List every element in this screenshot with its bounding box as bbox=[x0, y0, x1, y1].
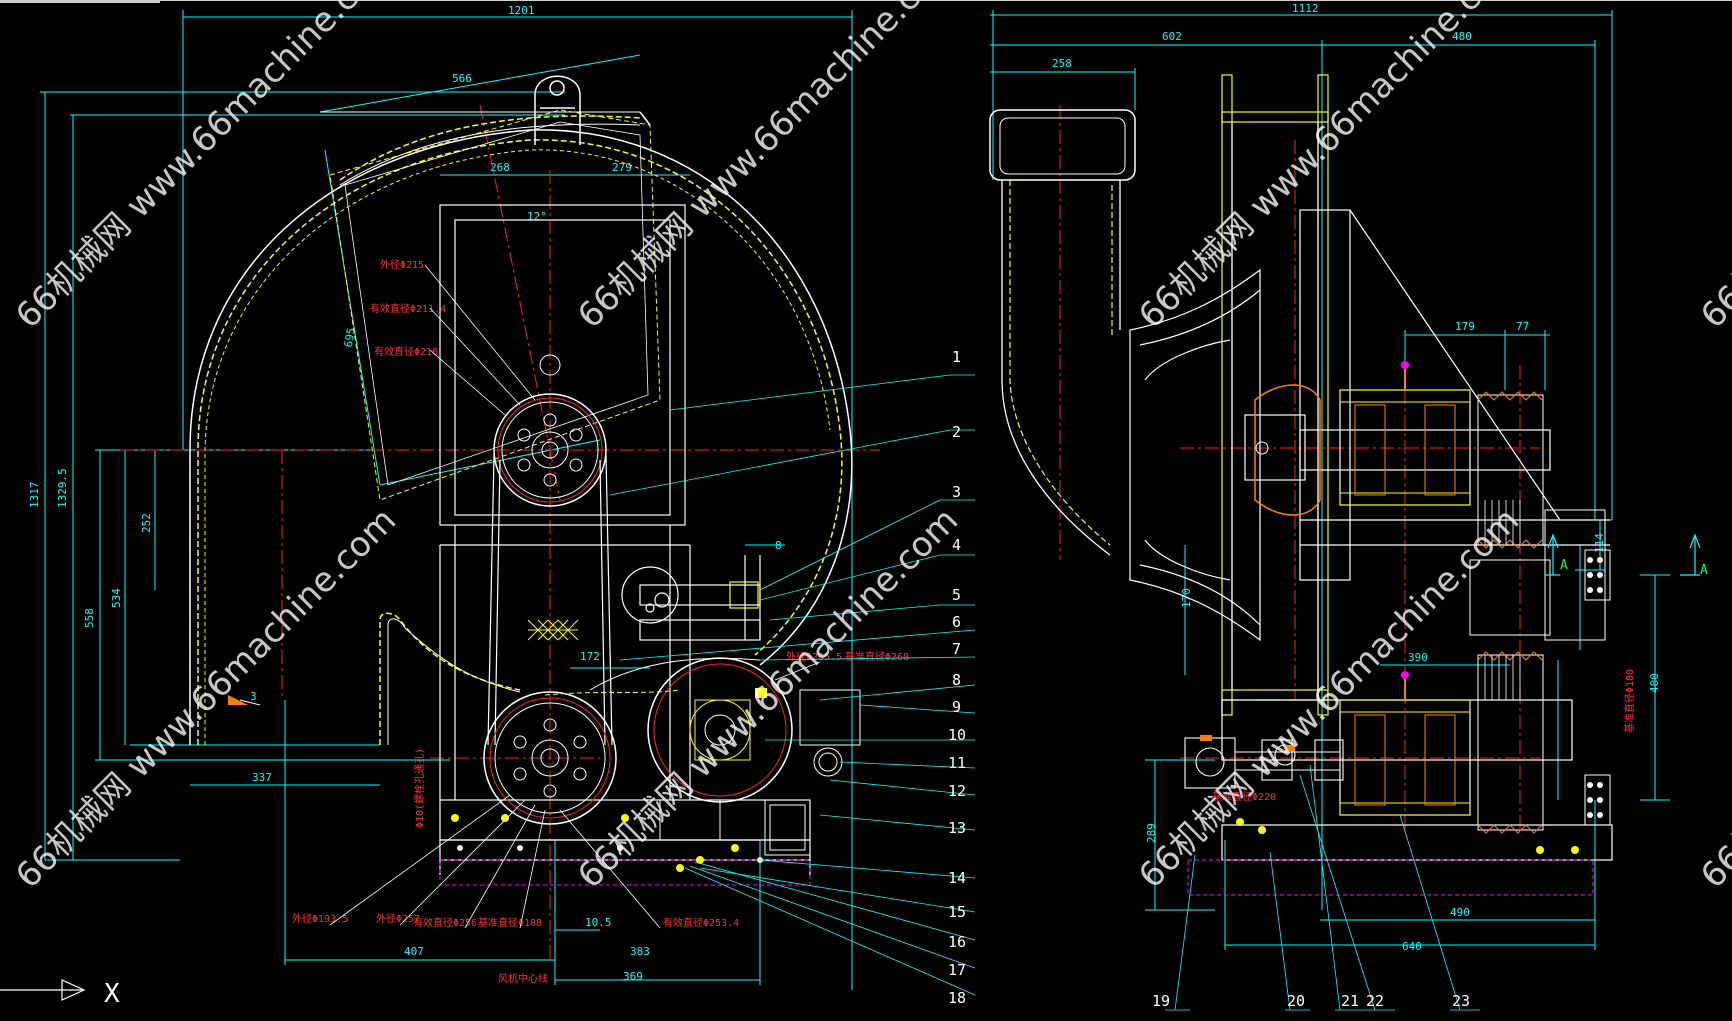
ucs-icon bbox=[0, 979, 86, 1001]
dim-1329: 1329.5 bbox=[56, 468, 69, 508]
right-view: 1112 602 480 258 179 77 114 170 400 390 … bbox=[989, 2, 1708, 1011]
callout-23: 23 bbox=[1452, 992, 1470, 1010]
dim-490: 490 bbox=[1450, 906, 1470, 919]
dim-1317: 1317 bbox=[28, 482, 41, 509]
dim-1201: 1201 bbox=[508, 4, 535, 17]
dim-258: 258 bbox=[1052, 57, 1072, 70]
dim-179: 179 bbox=[1455, 320, 1475, 333]
callout-1: 1 bbox=[952, 348, 961, 366]
callout-17: 17 bbox=[948, 961, 966, 979]
callout-13: 13 bbox=[948, 819, 966, 837]
label-pd-216: 有效直径Φ216 bbox=[374, 345, 438, 358]
label-pd-253: 有效直径Φ253.4 bbox=[663, 916, 739, 929]
callout-9: 9 bbox=[952, 698, 961, 716]
dim-566: 566 bbox=[452, 72, 472, 85]
dim-534: 534 bbox=[110, 588, 123, 608]
dim-337: 337 bbox=[252, 771, 272, 784]
dim-640: 640 bbox=[1402, 940, 1422, 953]
callout-22: 22 bbox=[1366, 992, 1384, 1010]
dim-390: 390 bbox=[1408, 651, 1428, 664]
callout-5: 5 bbox=[952, 586, 961, 604]
label-od-215: 外径Φ215 bbox=[380, 258, 424, 271]
dim-252: 252 bbox=[140, 513, 153, 533]
callout-16: 16 bbox=[948, 933, 966, 951]
label-bd-180: 基准直径Φ180 bbox=[1623, 669, 1636, 733]
callout-18: 18 bbox=[948, 989, 966, 1007]
label-fan-centerline: 风机中心线 bbox=[498, 972, 548, 985]
dim-1112: 1112 bbox=[1292, 2, 1319, 15]
section-mark-right: A bbox=[1700, 563, 1708, 578]
dim-angle: 12° bbox=[527, 210, 547, 223]
label-pd-256: 有效直径Φ256 bbox=[413, 916, 477, 929]
label-bd-188: 基准直径Φ188 bbox=[478, 916, 542, 929]
callout-8: 8 bbox=[952, 671, 961, 689]
callout-6: 6 bbox=[952, 613, 961, 631]
callout-19: 19 bbox=[1152, 992, 1170, 1010]
dim-369: 369 bbox=[623, 970, 643, 983]
dim-10-5: 10.5 bbox=[585, 916, 612, 929]
dim-77: 77 bbox=[1516, 320, 1529, 333]
label-od-193: 外径Φ193.5 bbox=[292, 912, 348, 925]
ucs-x-label: X bbox=[104, 979, 120, 1009]
dim-279: 279 bbox=[612, 161, 632, 174]
callout-21: 21 bbox=[1341, 992, 1359, 1010]
watermark-6: 66机械网 www.66machine.com bbox=[570, 500, 966, 896]
dim-407: 407 bbox=[404, 945, 424, 958]
dim-172: 172 bbox=[580, 650, 600, 663]
dim-289: 289 bbox=[1145, 823, 1158, 843]
section-mark-left: A bbox=[1560, 558, 1568, 573]
watermark-8: 66机械网 www.66machine.com bbox=[1693, 500, 1732, 896]
dim-383: 383 bbox=[630, 945, 650, 958]
watermark-3: 66机械网 www.66machine.com bbox=[1131, 0, 1527, 336]
flow-mark: 3 bbox=[250, 690, 257, 703]
callout-14: 14 bbox=[948, 869, 966, 887]
watermark-5: 66机械网 www.66machine.com bbox=[8, 500, 404, 896]
dim-695: 695 bbox=[342, 327, 358, 349]
callout-2: 2 bbox=[952, 423, 961, 441]
callout-3: 3 bbox=[952, 483, 961, 501]
dim-170: 170 bbox=[1180, 588, 1193, 608]
callout-15: 15 bbox=[948, 903, 966, 921]
watermark-4: 66机械网 www.66machine.com bbox=[1693, 0, 1732, 336]
label-bd-268: 基准直径Φ268 bbox=[845, 650, 909, 663]
callout-11: 11 bbox=[948, 754, 966, 772]
dim-400: 400 bbox=[1648, 673, 1661, 693]
dim-8: 8 bbox=[775, 539, 782, 552]
dim-558: 558 bbox=[83, 608, 96, 628]
watermark-1: 66机械网 www.66machine.com bbox=[8, 0, 404, 336]
callout-7: 7 bbox=[952, 640, 961, 658]
callout-12: 12 bbox=[948, 782, 966, 800]
left-view: 1201 566 268 279 12° 1317 1329.5 558 534… bbox=[0, 4, 976, 1009]
callout-10: 10 bbox=[948, 726, 966, 744]
cad-drawing: 1201 566 268 279 12° 1317 1329.5 558 534… bbox=[0, 0, 1732, 1011]
watermark-7: 66机械网 www.66machine.com bbox=[1131, 500, 1527, 896]
dim-602: 602 bbox=[1162, 30, 1182, 43]
callout-20: 20 bbox=[1287, 992, 1305, 1010]
label-bolt-hole: Φ10(螺栓孔通孔) bbox=[413, 748, 426, 828]
